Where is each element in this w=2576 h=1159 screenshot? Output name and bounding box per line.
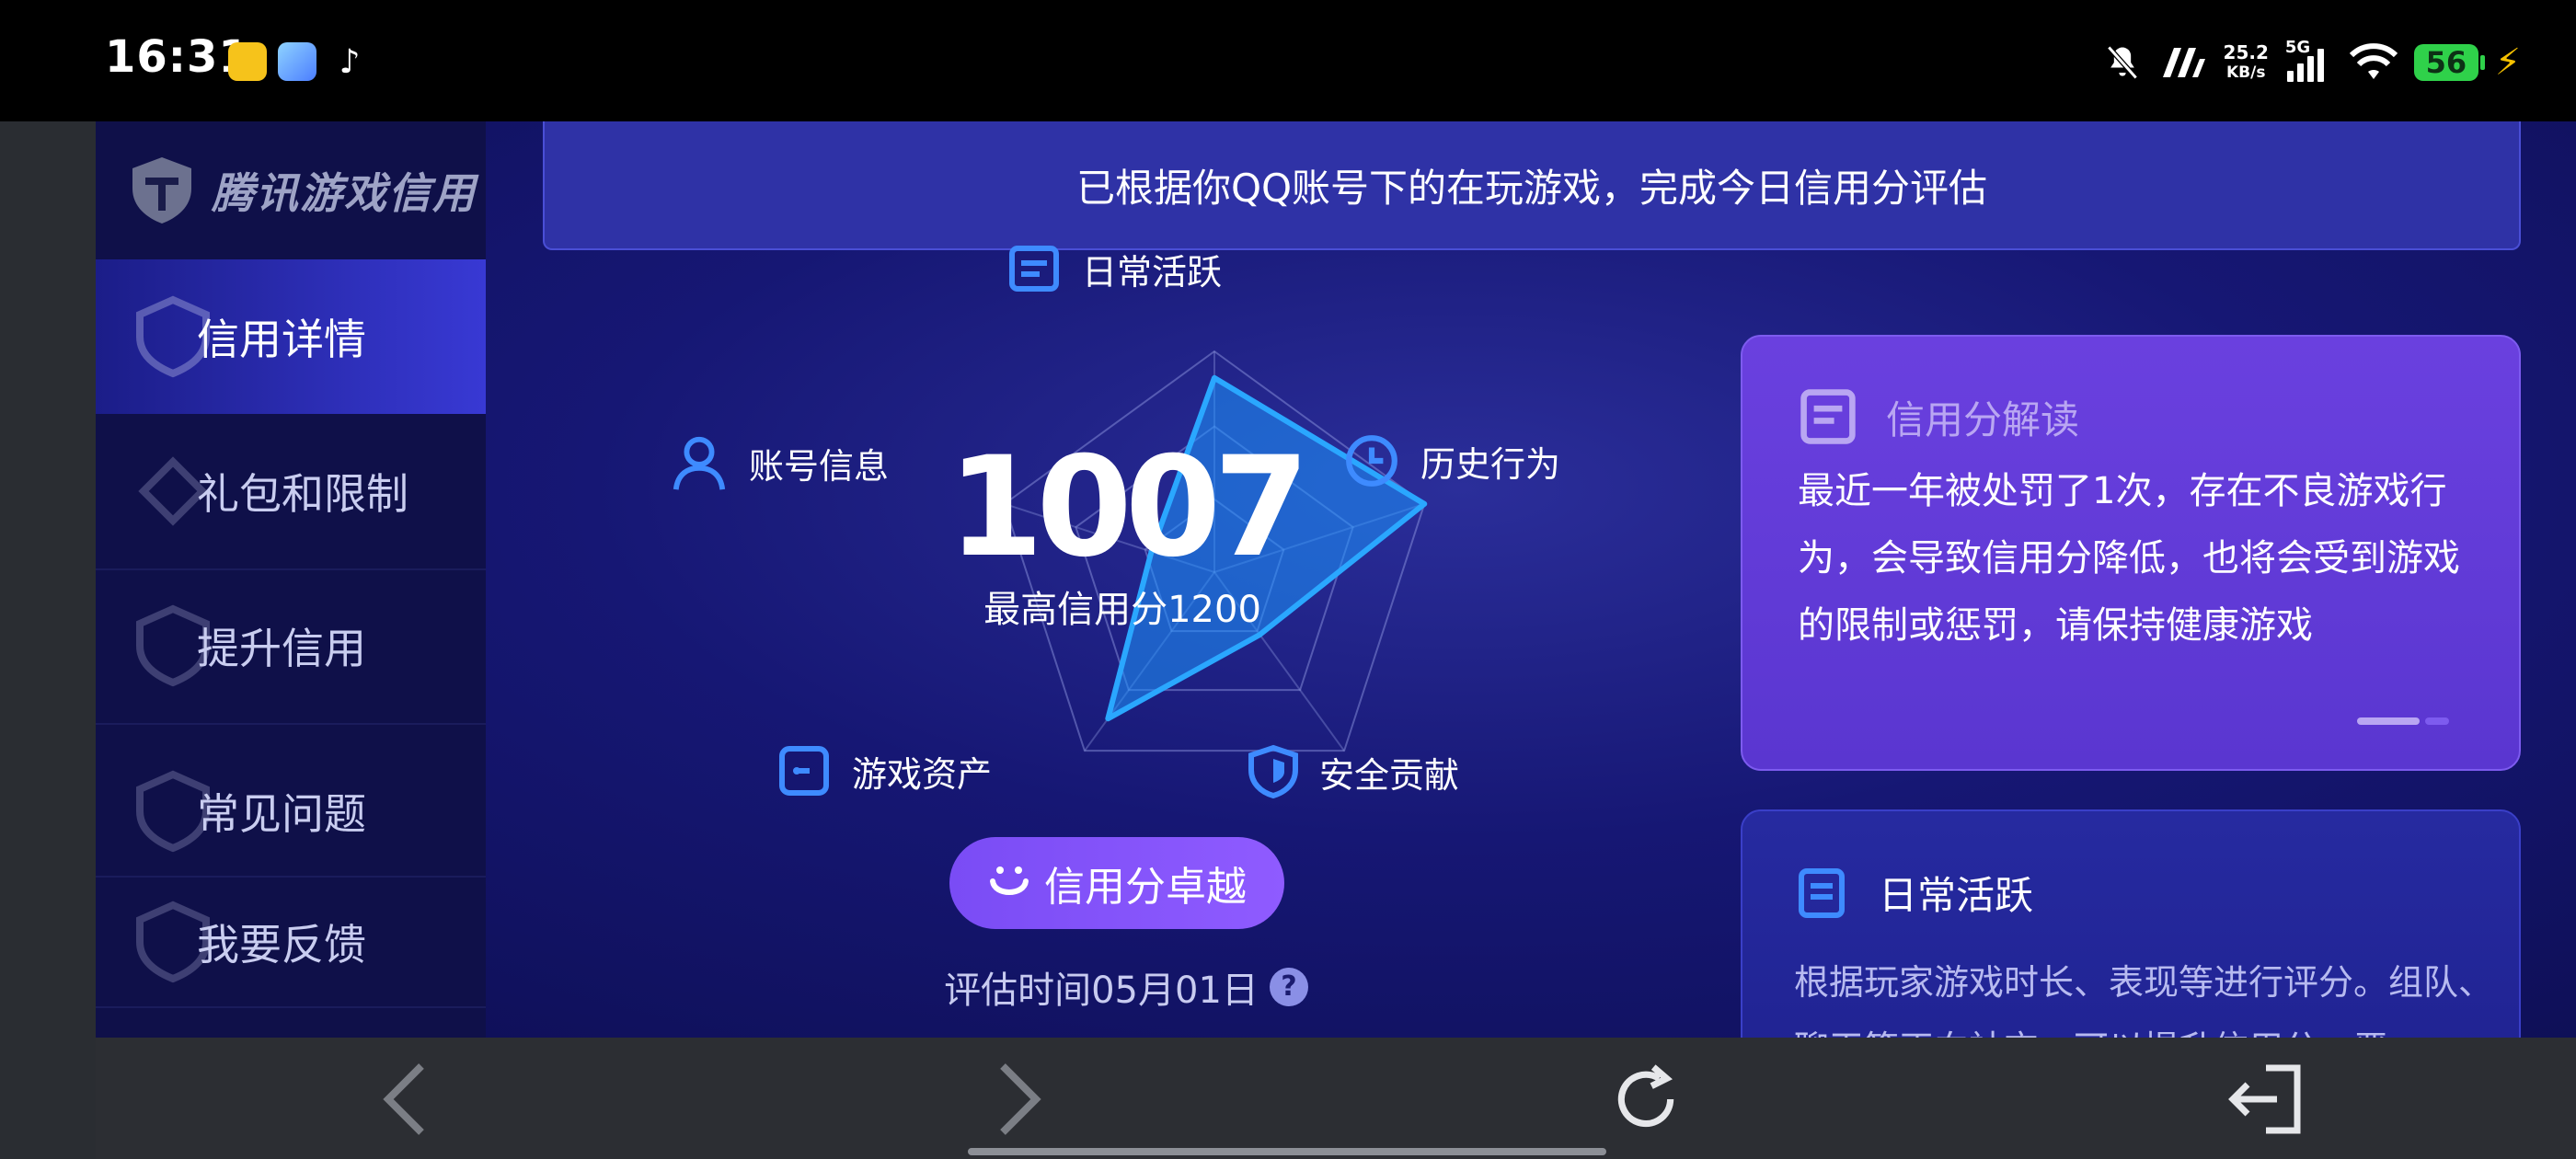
radar-label-security[interactable]: 安全贡献 (1248, 743, 1459, 800)
sidebar-divider (96, 723, 486, 725)
charging-bolt-icon: ⚡ (2494, 41, 2521, 84)
card-title: 信用分解读 (1798, 386, 2079, 447)
game-app-notification-icon (228, 42, 267, 81)
home-indicator[interactable] (968, 1148, 1606, 1155)
sidebar-item-label: 常见问题 (197, 789, 366, 839)
card-body: 根据玩家游戏时长、表现等进行评分。组队、聊天等正向社交，可以提升信用分，严 (1794, 962, 2494, 1038)
sidebar-item-credit-details[interactable]: 信用详情 (96, 259, 486, 414)
radar-label-daily-active[interactable]: 日常活跃 (1006, 243, 1222, 294)
tiktok-notification-icon: ♪ (339, 43, 361, 81)
smile-icon (990, 866, 1029, 895)
credit-app: 腾讯游戏信用 信用详情 礼包和限制 提升信用 常见问题 我要反馈 已根据你QQ账… (96, 121, 2576, 1038)
card-title: 日常活跃 (1794, 865, 2033, 921)
tencent-credit-logo-icon (132, 157, 191, 224)
radar-label-game-assets[interactable]: 游戏资产 (776, 743, 992, 798)
refresh-button[interactable] (1604, 1058, 1687, 1141)
radar-label-history[interactable]: 历史行为 (1343, 432, 1560, 489)
document-icon (1799, 867, 1845, 918)
user-icon (673, 436, 726, 490)
screen-edge-strip (0, 121, 96, 1159)
forward-button[interactable] (979, 1058, 1062, 1141)
document-icon (1009, 246, 1059, 292)
max-credit-score: 最高信用分1200 (983, 589, 1261, 631)
credit-interpretation-card[interactable]: 信用分解读 最近一年被处罚了1次，存在不良游戏行为，会导致信用分降低，也将会受到… (1741, 335, 2521, 771)
sidebar-item-label: 我要反馈 (197, 920, 366, 970)
exit-icon (2228, 1064, 2301, 1134)
mute-bell-icon (2106, 45, 2138, 80)
document-icon (1800, 389, 1856, 444)
network-speed: 25.2 KB/s (2223, 41, 2269, 82)
sidebar-item-feedback[interactable]: 我要反馈 (96, 865, 486, 1019)
brand-name: 腾讯游戏信用 (212, 168, 477, 218)
sidebar-divider (96, 1006, 486, 1008)
radar-label-account-info[interactable]: 账号信息 (670, 432, 889, 493)
refresh-icon (1617, 1064, 1674, 1128)
wifi-icon (2349, 43, 2398, 79)
chevron-right-icon (1000, 1063, 1041, 1135)
credit-level-button[interactable]: 信用分卓越 (949, 837, 1284, 929)
daily-active-card[interactable]: 日常活跃 根据玩家游戏时长、表现等进行评分。组队、聊天等正向社交，可以提升信用分… (1741, 809, 2521, 1038)
help-icon[interactable]: ? (1269, 968, 1308, 1006)
browser-nav-bar (96, 1038, 2576, 1159)
evaluation-time: 评估时间05月01日 ? (924, 960, 1328, 1014)
back-button[interactable] (362, 1058, 445, 1141)
card-body: 最近一年被处罚了1次，存在不良游戏行为，会导致信用分降低，也将会受到游戏的限制或… (1798, 470, 2460, 647)
clock-icon (1346, 435, 1397, 487)
sidebar-item-label: 提升信用 (197, 624, 366, 673)
chat-app-notification-icon (278, 42, 316, 81)
cellular-signal-icon: 5G (2285, 38, 2333, 86)
status-bar: 16:31 ♪ 25.2 KB/s 5G 56 ⚡ (0, 0, 2576, 121)
shield-icon (1248, 744, 1298, 799)
status-icons: 25.2 KB/s 5G 56 ⚡ (2102, 37, 2521, 88)
credit-score: 1007 (948, 428, 1309, 588)
exit-button[interactable] (2223, 1058, 2306, 1141)
evaluation-banner: 已根据你QQ账号下的在玩游戏，完成今日信用分评估 (543, 121, 2521, 250)
nfc-icon (2162, 48, 2205, 77)
battery-indicator: 56 (2413, 44, 2485, 81)
wallet-icon (779, 746, 829, 796)
sidebar-item-label: 礼包和限制 (197, 469, 408, 519)
sidebar-item-label: 信用详情 (197, 315, 366, 364)
sidebar-item-improve-credit[interactable]: 提升信用 (96, 568, 486, 723)
card-pager (2357, 717, 2449, 725)
chevron-left-icon (383, 1063, 424, 1135)
brand-header: 腾讯游戏信用 (96, 121, 486, 259)
sidebar-item-gifts-restrictions[interactable]: 礼包和限制 (96, 414, 486, 568)
sidebar: 腾讯游戏信用 信用详情 礼包和限制 提升信用 常见问题 我要反馈 (96, 121, 486, 1038)
